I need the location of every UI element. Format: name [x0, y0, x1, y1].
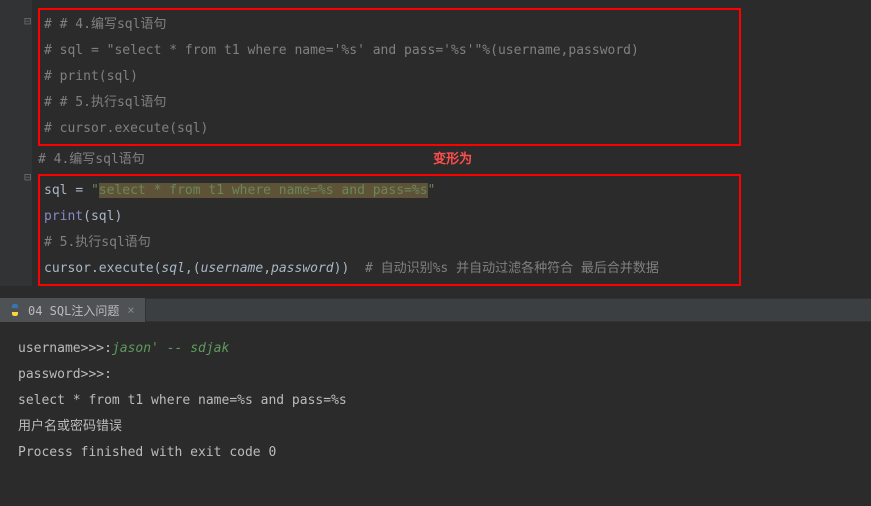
highlight-box-after: sql = "select * from t1 where name=%s an… [38, 174, 741, 286]
code-line[interactable]: # # 5.执行sql语句 [44, 90, 739, 116]
fold-icon[interactable]: ⊟ [24, 8, 31, 34]
code-line[interactable]: print(sql) [44, 204, 739, 230]
comment-text: # 4.编写sql语句 [38, 152, 145, 167]
code-line[interactable]: # 5.执行sql语句 [44, 230, 739, 256]
annotation-label: 变形为 [413, 146, 493, 174]
console-line: username>>>:jason' -- sdjak [18, 336, 853, 362]
code-line[interactable]: sql = "select * from t1 where name=%s an… [44, 178, 739, 204]
console-tab-bar: 04 SQL注入问题 × [0, 298, 871, 322]
console-line: password>>>: [18, 362, 853, 388]
code-line[interactable]: cursor.execute(sql,(username,password)) … [44, 256, 739, 282]
fold-icon[interactable]: ⊟ [24, 164, 31, 190]
tab-title: 04 SQL注入问题 [28, 302, 119, 319]
python-icon [8, 303, 22, 317]
code-line[interactable]: # # 4.编写sql语句 [44, 12, 739, 38]
code-line[interactable]: # cursor.execute(sql) [44, 116, 739, 142]
code-line[interactable]: # print(sql) [44, 64, 739, 90]
console-tab[interactable]: 04 SQL注入问题 × [0, 298, 146, 322]
console-line: select * from t1 where name=%s and pass=… [18, 388, 853, 414]
console-line: Process finished with exit code 0 [18, 440, 853, 466]
code-editor: ⊟ ⊟ # # 4.编写sql语句 # sql = "select * from… [0, 0, 871, 286]
console-line: 用户名或密码错误 [18, 414, 853, 440]
editor-gutter [0, 0, 32, 286]
code-content[interactable]: # # 4.编写sql语句 # sql = "select * from t1 … [32, 8, 871, 286]
code-line[interactable]: # 4.编写sql语句 变形为 [38, 146, 871, 174]
console-output[interactable]: username>>>:jason' -- sdjak password>>>:… [0, 322, 871, 480]
code-line[interactable]: # sql = "select * from t1 where name='%s… [44, 38, 739, 64]
close-icon[interactable]: × [125, 303, 136, 317]
highlight-box-before: # # 4.编写sql语句 # sql = "select * from t1 … [38, 8, 741, 146]
